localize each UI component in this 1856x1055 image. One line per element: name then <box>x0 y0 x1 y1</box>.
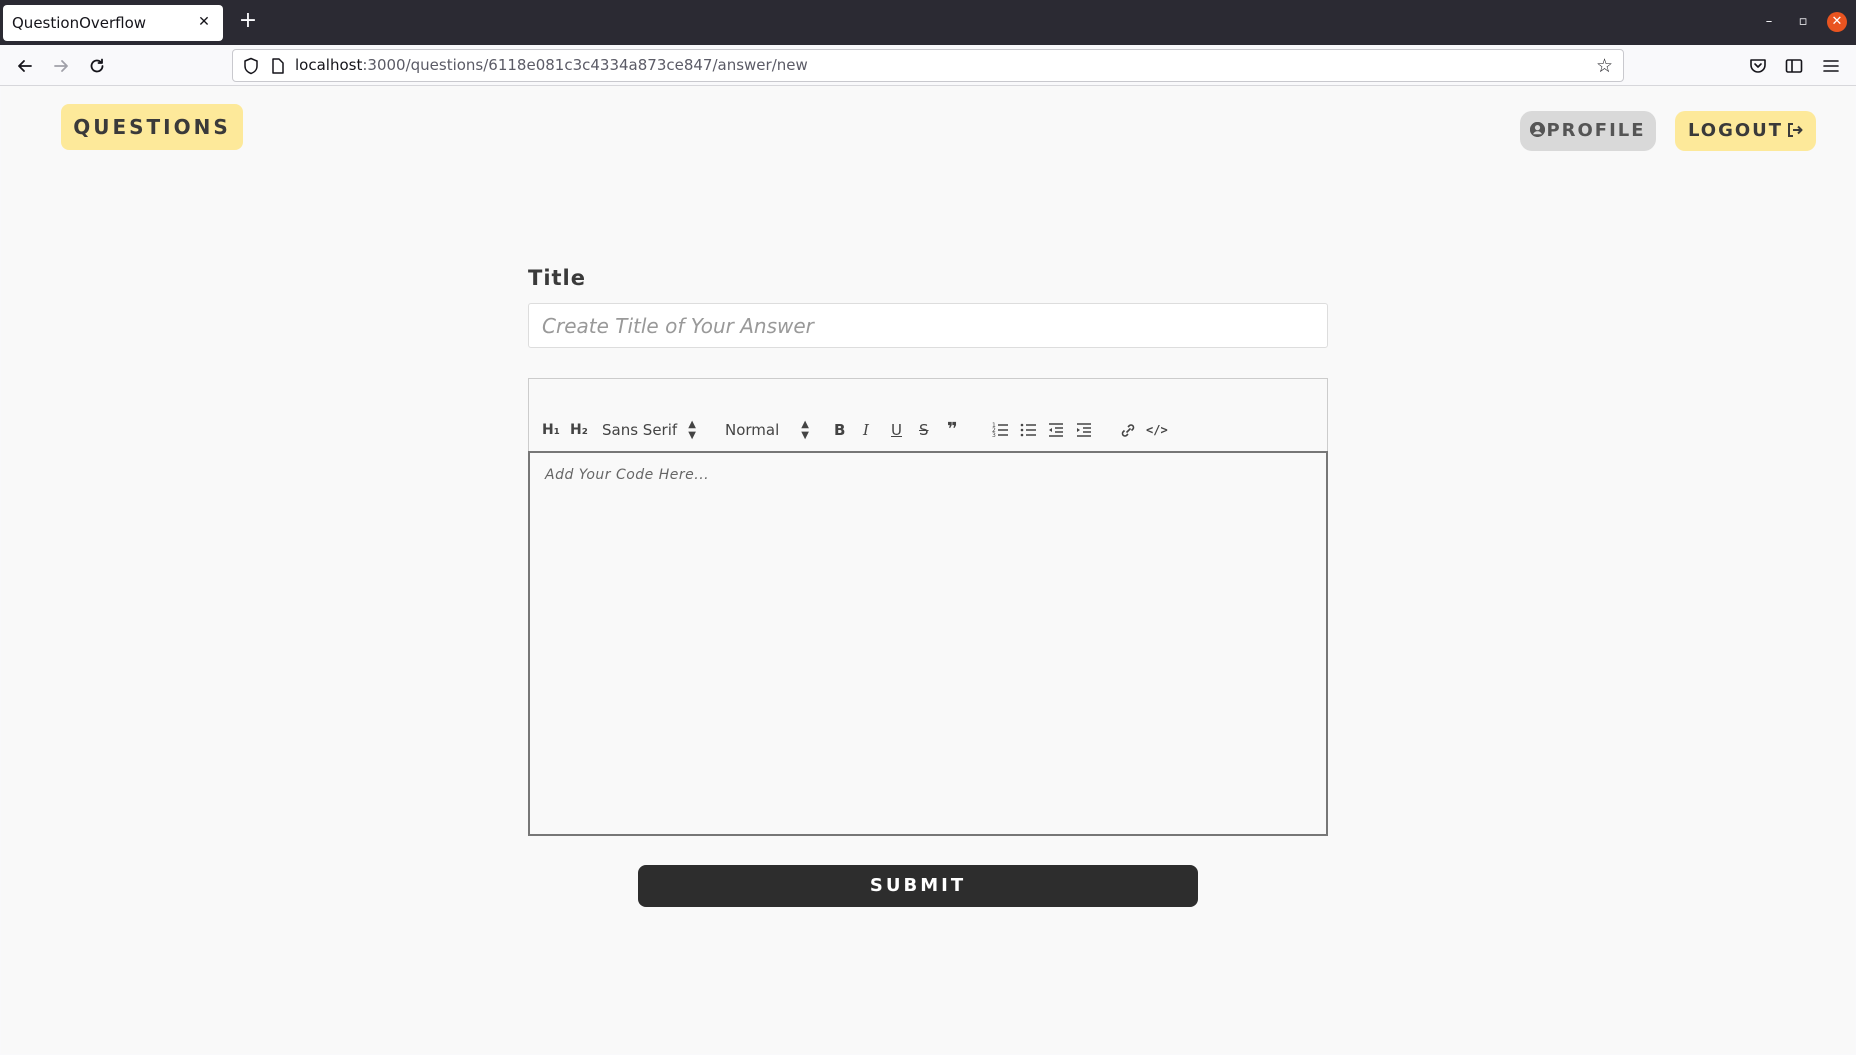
heading-2-button[interactable]: H₂ <box>570 419 588 441</box>
minimize-button[interactable]: – <box>1759 12 1779 32</box>
font-select[interactable]: Sans Serif ▲ ▼ <box>602 419 698 441</box>
select-arrows-icon: ▲ ▼ <box>801 419 809 441</box>
navigation-bar: localhost:3000/questions/6118e081c3c4334… <box>0 45 1856 86</box>
browser-window: QuestionOverflow ✕ + – ▫ ✕ localhost:300… <box>0 0 1856 1055</box>
sign-out-icon <box>1787 111 1803 151</box>
url-text[interactable]: localhost:3000/questions/6118e081c3c4334… <box>295 56 808 74</box>
profile-button[interactable]: PROFILE <box>1520 111 1656 151</box>
logout-label: LOGOUT <box>1687 120 1784 141</box>
heading-1-button[interactable]: H₁ <box>542 419 560 441</box>
ordered-list-icon[interactable]: 123 <box>991 419 1009 441</box>
title-input[interactable] <box>528 303 1328 348</box>
blockquote-button[interactable]: ❞ <box>947 419 958 441</box>
indent-icon[interactable] <box>1075 419 1093 441</box>
url-path: :3000/questions/6118e081c3c4334a873ce847… <box>362 56 808 74</box>
tab-questionoverflow[interactable]: QuestionOverflow ✕ <box>3 5 223 41</box>
select-arrows-icon: ▲ ▼ <box>688 419 696 441</box>
reload-icon[interactable] <box>84 53 110 79</box>
code-editor[interactable]: Add Your Code Here... <box>528 451 1328 836</box>
sidebar-icon[interactable] <box>1784 56 1804 76</box>
size-select[interactable]: Normal ▲ ▼ <box>725 419 811 441</box>
underline-button[interactable]: U <box>891 419 902 441</box>
size-select-value: Normal <box>725 421 780 439</box>
url-host: localhost <box>295 56 363 74</box>
bold-button[interactable]: B <box>834 419 845 441</box>
page-content: QUESTIONS PROFILE LOGOUT Title H₁ H₂ San… <box>1 86 1855 1054</box>
code-block-button[interactable]: </> <box>1146 419 1168 441</box>
font-select-value: Sans Serif <box>602 421 678 439</box>
user-circle-icon <box>1530 122 1546 137</box>
page-info-icon[interactable] <box>271 57 285 75</box>
svg-text:3: 3 <box>992 432 996 439</box>
maximize-button[interactable]: ▫ <box>1793 12 1813 32</box>
back-arrow-icon[interactable] <box>12 53 38 79</box>
strikethrough-button[interactable]: S <box>919 419 929 441</box>
editor-placeholder: Add Your Code Here... <box>545 467 710 483</box>
outdent-icon[interactable] <box>1047 419 1065 441</box>
forward-arrow-icon[interactable] <box>48 53 74 79</box>
logout-button[interactable]: LOGOUT <box>1675 111 1816 151</box>
address-bar[interactable]: localhost:3000/questions/6118e081c3c4334… <box>232 49 1624 82</box>
pocket-icon[interactable] <box>1748 56 1768 76</box>
profile-label: PROFILE <box>1546 120 1646 141</box>
tab-close-icon[interactable]: ✕ <box>195 13 213 31</box>
link-icon[interactable] <box>1119 419 1137 441</box>
close-window-button[interactable]: ✕ <box>1827 12 1847 32</box>
bookmark-star-icon[interactable]: ☆ <box>1596 55 1613 77</box>
bullet-list-icon[interactable] <box>1019 419 1037 441</box>
shield-icon[interactable] <box>243 57 259 75</box>
new-tab-button[interactable]: + <box>236 9 260 33</box>
italic-button[interactable]: I <box>863 419 869 441</box>
hamburger-menu-icon[interactable] <box>1821 56 1841 76</box>
editor-toolbar: H₁ H₂ Sans Serif ▲ ▼ Normal ▲ ▼ B I U S ❞ 12… <box>528 378 1328 451</box>
title-bar: QuestionOverflow ✕ + – ▫ ✕ <box>0 0 1856 45</box>
tab-title: QuestionOverflow <box>12 14 147 32</box>
questions-button[interactable]: QUESTIONS <box>61 104 243 150</box>
submit-button[interactable]: SUBMIT <box>638 865 1198 907</box>
title-label: Title <box>528 266 587 290</box>
